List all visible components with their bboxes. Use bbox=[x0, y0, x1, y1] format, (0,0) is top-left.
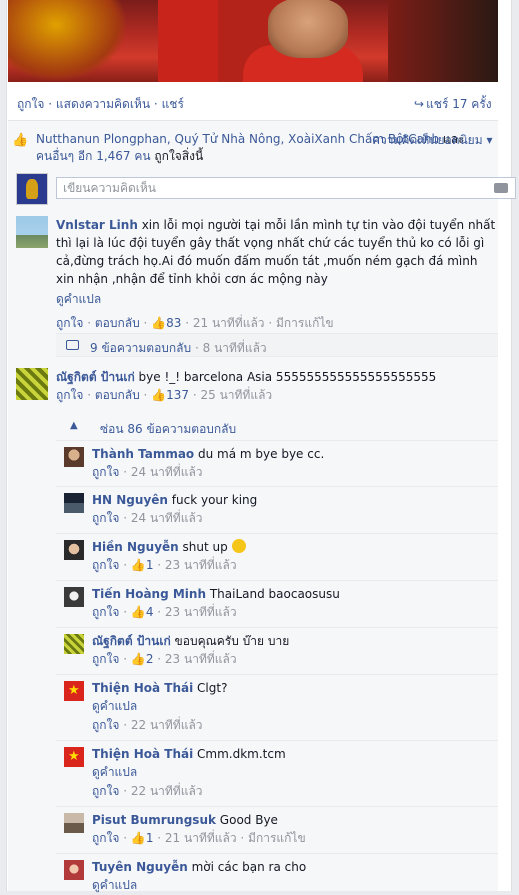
reply-time[interactable]: 24 นาทีที่แล้ว bbox=[131, 465, 203, 479]
reply: Tiến Hoàng Minh ThaiLand baocaosusu ถูกใ… bbox=[56, 580, 498, 626]
reply-author[interactable]: Tiến Hoàng Minh bbox=[92, 587, 206, 601]
comment-author[interactable]: Vnlstar Linh bbox=[56, 218, 138, 232]
see-translation-link[interactable]: ดูคำแปล bbox=[92, 763, 492, 782]
avatar[interactable] bbox=[64, 447, 84, 467]
reply: Thiện Hoà Thái Clgt? ดูคำแปล ถูกใจ · 22 … bbox=[56, 674, 498, 738]
reply-time[interactable]: 22 นาทีที่แล้ว bbox=[131, 784, 203, 798]
reply-text: shut up bbox=[182, 540, 228, 554]
reply-like-link[interactable]: ถูกใจ bbox=[92, 831, 119, 845]
comment-like-count[interactable]: 👍83 bbox=[151, 316, 181, 330]
reply-text: Clgt? bbox=[197, 681, 228, 695]
reply-like-link[interactable]: ถูกใจ bbox=[92, 465, 119, 479]
reply-author[interactable]: Thành Tammao bbox=[92, 447, 194, 461]
reply-text: fuck your king bbox=[171, 493, 258, 507]
avatar[interactable] bbox=[64, 587, 84, 607]
reply-text: du má m bye bye cc. bbox=[198, 447, 325, 461]
reply: Tuyên Nguyễn mời các bạn ra cho ดูคำแปล bbox=[56, 853, 498, 892]
see-translation-link[interactable]: ดูคำแปล bbox=[56, 290, 496, 309]
avatar[interactable] bbox=[16, 368, 48, 400]
reply: ณัฐกิตต์ ป้านเก่ ขอบคุณครับ บ๊าย บาย ถูก… bbox=[56, 627, 498, 673]
avatar bbox=[16, 173, 48, 205]
reply: Hiền Nguyễn shut up ถูกใจ · 👍1 · 23 นาที… bbox=[56, 533, 498, 579]
top-comments-dropdown[interactable]: ความคิดเห็นยอดนิยม ▾ bbox=[372, 131, 492, 150]
avatar[interactable] bbox=[64, 493, 84, 513]
replies-count[interactable]: 9 ข้อความตอบกลับ bbox=[90, 341, 191, 355]
thumbs-up-icon: 👍 bbox=[12, 133, 29, 148]
view-replies-bar[interactable]: 9 ข้อความตอบกลับ · 8 นาทีที่แล้ว bbox=[56, 333, 498, 357]
reply-time[interactable]: 21 นาทีที่แล้ว bbox=[165, 831, 237, 845]
reply-like-link[interactable]: ถูกใจ bbox=[92, 652, 119, 666]
reply: HN Nguyên fuck your king ถูกใจ · 24 นาที… bbox=[56, 486, 498, 532]
see-translation-link[interactable]: ดูคำแปล bbox=[92, 697, 492, 716]
avatar[interactable] bbox=[64, 634, 84, 654]
post-photo[interactable] bbox=[8, 0, 498, 82]
like-link[interactable]: ถูกใจ bbox=[17, 97, 44, 111]
reply-text: mời các bạn ra cho bbox=[191, 860, 307, 874]
smiley-emoji-icon bbox=[231, 539, 246, 553]
comment-edited[interactable]: มีการแก้ไข bbox=[276, 316, 334, 330]
reply-author[interactable]: Thiện Hoà Thái bbox=[92, 747, 193, 761]
reply-like-count[interactable]: 👍1 bbox=[131, 831, 154, 845]
other-likers-link[interactable]: คนอื่นๆ อีก 1,467 คน bbox=[36, 149, 151, 163]
camera-icon[interactable] bbox=[494, 183, 508, 193]
reply-author[interactable]: HN Nguyên bbox=[92, 493, 168, 507]
reply-like-link[interactable]: ถูกใจ bbox=[92, 511, 119, 525]
reply-author[interactable]: Hiền Nguyễn bbox=[92, 540, 179, 554]
reply-text: ThaiLand baocaosusu bbox=[209, 587, 340, 601]
reply-time[interactable]: 22 นาทีที่แล้ว bbox=[131, 718, 203, 732]
share-arrow-icon: ↪ bbox=[414, 97, 425, 111]
replies-time: 8 นาทีที่แล้ว bbox=[202, 341, 267, 355]
reply-time[interactable]: 23 นาทีที่แล้ว bbox=[165, 558, 237, 572]
reply-like-link[interactable]: ถูกใจ bbox=[92, 558, 119, 572]
comment-like-count[interactable]: 👍137 bbox=[151, 388, 189, 402]
comment-text: bye !_! barcelona Asia 55555555555555555… bbox=[138, 370, 437, 384]
comment-like-link[interactable]: ถูกใจ bbox=[56, 316, 83, 330]
share-link[interactable]: แชร์ bbox=[162, 97, 184, 111]
comment-like-link[interactable]: ถูกใจ bbox=[56, 388, 83, 402]
reply-author[interactable]: ณัฐกิตต์ ป้านเก่ bbox=[92, 634, 171, 648]
avatar[interactable] bbox=[64, 540, 84, 560]
comment-input[interactable] bbox=[56, 177, 516, 199]
comment-reply-link[interactable]: ตอบกลับ bbox=[95, 388, 140, 402]
reply-author[interactable]: Thiện Hoà Thái bbox=[92, 681, 193, 695]
avatar[interactable] bbox=[64, 813, 84, 833]
comment-reply-link[interactable]: ตอบกลับ bbox=[95, 316, 140, 330]
comment-time[interactable]: 25 นาทีที่แล้ว bbox=[201, 388, 273, 402]
reply-time[interactable]: 23 นาทีที่แล้ว bbox=[165, 605, 237, 619]
comment-composer bbox=[16, 173, 516, 205]
reply: Thiện Hoà Thái Cmm.dkm.tcm ดูคำแปล ถูกใจ… bbox=[56, 740, 498, 806]
share-count[interactable]: ↪ แชร์ 17 ครั้ง bbox=[414, 95, 492, 114]
reply-author[interactable]: Pisut Bumrungsuk bbox=[92, 813, 216, 827]
avatar[interactable] bbox=[64, 747, 84, 767]
reply-like-count[interactable]: 👍2 bbox=[131, 652, 154, 666]
reply-time[interactable]: 24 นาทีที่แล้ว bbox=[131, 511, 203, 525]
reply-edited[interactable]: มีการแก้ไข bbox=[248, 831, 306, 845]
reply-like-count[interactable]: 👍1 bbox=[131, 558, 154, 572]
hide-replies-bar[interactable]: ▲ ซ่อน 86 ข้อความตอบกลับ bbox=[56, 414, 498, 440]
reply: Pisut Bumrungsuk Good Bye ถูกใจ · 👍1 · 2… bbox=[56, 806, 498, 852]
comment-author[interactable]: ณัฐกิตต์ ป้านเก่ bbox=[56, 370, 135, 384]
reply-text: Good Bye bbox=[219, 813, 278, 827]
page: ถูกใจ · แสดงความคิดเห็น · แชร์ ↪ แชร์ 17 … bbox=[0, 0, 519, 892]
chevron-up-icon: ▲ bbox=[70, 420, 78, 431]
comment-link[interactable]: แสดงความคิดเห็น bbox=[56, 97, 150, 111]
see-translation-link[interactable]: ดูคำแปล bbox=[92, 876, 492, 895]
reply-time[interactable]: 23 นาทีที่แล้ว bbox=[165, 652, 237, 666]
avatar[interactable] bbox=[16, 216, 48, 248]
speech-bubble-icon bbox=[66, 340, 79, 350]
reply-text: ขอบคุณครับ บ๊าย บาย bbox=[174, 634, 290, 648]
reply-like-link[interactable]: ถูกใจ bbox=[92, 784, 119, 798]
comment-time[interactable]: 21 นาทีที่แล้ว bbox=[193, 316, 265, 330]
reply-author[interactable]: Tuyên Nguyễn bbox=[92, 860, 188, 874]
reply: Thành Tammao du má m bye bye cc. ถูกใจ ·… bbox=[56, 440, 498, 486]
reply-like-link[interactable]: ถูกใจ bbox=[92, 718, 119, 732]
avatar[interactable] bbox=[64, 681, 84, 701]
post-actions: ถูกใจ · แสดงความคิดเห็น · แชร์ bbox=[17, 97, 184, 111]
reply-like-link[interactable]: ถูกใจ bbox=[92, 605, 119, 619]
reply-text: Cmm.dkm.tcm bbox=[197, 747, 286, 761]
avatar[interactable] bbox=[64, 860, 84, 880]
reply-like-count[interactable]: 👍4 bbox=[131, 605, 154, 619]
